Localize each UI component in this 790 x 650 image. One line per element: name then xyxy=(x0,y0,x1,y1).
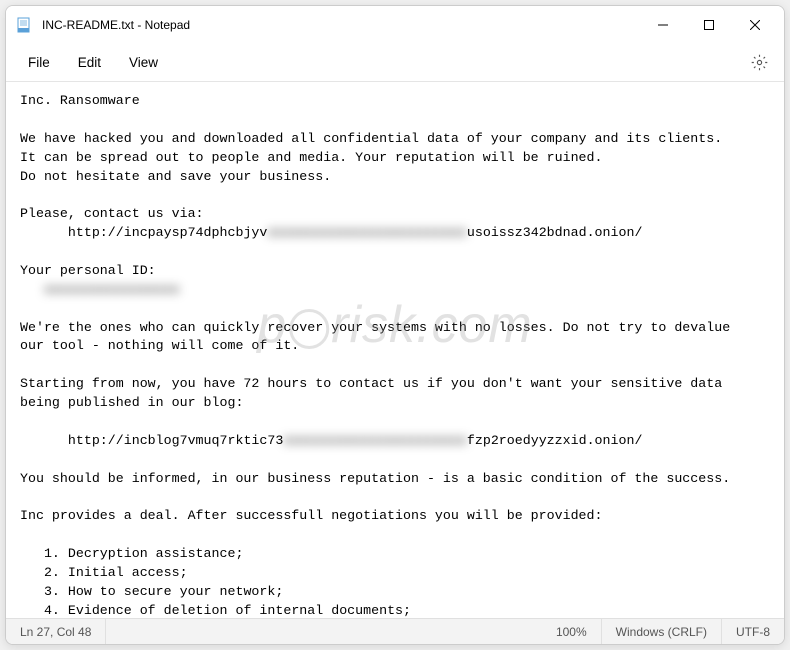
text-line: Do not hesitate and save your business. xyxy=(20,169,331,184)
statusbar: Ln 27, Col 48 100% Windows (CRLF) UTF-8 xyxy=(6,618,784,644)
text-editor[interactable]: Inc. Ransomware We have hacked you and d… xyxy=(6,82,784,618)
text-line: our tool - nothing will come of it. xyxy=(20,338,299,353)
status-encoding: UTF-8 xyxy=(722,619,784,644)
text-line: being published in our blog: xyxy=(20,395,243,410)
text-line: It can be spread out to people and media… xyxy=(20,150,603,165)
window-title: INC-README.txt - Notepad xyxy=(42,18,190,32)
notepad-window: INC-README.txt - Notepad File Edit View … xyxy=(5,5,785,645)
text-line: Starting from now, you have 72 hours to … xyxy=(20,376,722,391)
redacted-text: xxxxxxxxxxxxxxxxx xyxy=(20,282,180,297)
maximize-button[interactable] xyxy=(686,9,732,41)
menubar: File Edit View xyxy=(6,44,784,82)
text-line: You should be informed, in our business … xyxy=(20,471,730,486)
titlebar: INC-README.txt - Notepad xyxy=(6,6,784,44)
status-zoom: 100% xyxy=(542,619,602,644)
text-line: 1. Decryption assistance; xyxy=(20,546,243,561)
notepad-icon xyxy=(16,17,32,33)
text-line: Inc. Ransomware xyxy=(20,93,140,108)
text-line: http://incblog7vmuq7rktic73 xyxy=(20,433,283,448)
minimize-button[interactable] xyxy=(640,9,686,41)
text-line: We're the ones who can quickly recover y… xyxy=(20,320,730,335)
settings-button[interactable] xyxy=(742,46,776,80)
text-line: Please, contact us via: xyxy=(20,206,204,221)
redacted-text: xxxxxxxxxxxxxxxxxxxxxxxxx xyxy=(267,225,467,240)
menu-edit[interactable]: Edit xyxy=(64,49,115,76)
text-line: 3. How to secure your network; xyxy=(20,584,283,599)
text-line: Your personal ID: xyxy=(20,263,156,278)
text-line: 4. Evidence of deletion of internal docu… xyxy=(20,603,411,618)
text-line: http://incpaysp74dphcbjyv xyxy=(20,225,267,240)
close-button[interactable] xyxy=(732,9,778,41)
menu-file[interactable]: File xyxy=(14,49,64,76)
status-position: Ln 27, Col 48 xyxy=(6,619,106,644)
text-line: We have hacked you and downloaded all co… xyxy=(20,131,722,146)
status-lineend: Windows (CRLF) xyxy=(602,619,722,644)
text-line: usoissz342bdnad.onion/ xyxy=(467,225,643,240)
menu-view[interactable]: View xyxy=(115,49,172,76)
redacted-text: xxxxxxxxxxxxxxxxxxxxxxx xyxy=(283,433,467,448)
text-line: Inc provides a deal. After successfull n… xyxy=(20,508,603,523)
text-line: fzp2roedyyzzxid.onion/ xyxy=(467,433,643,448)
text-line: 2. Initial access; xyxy=(20,565,188,580)
